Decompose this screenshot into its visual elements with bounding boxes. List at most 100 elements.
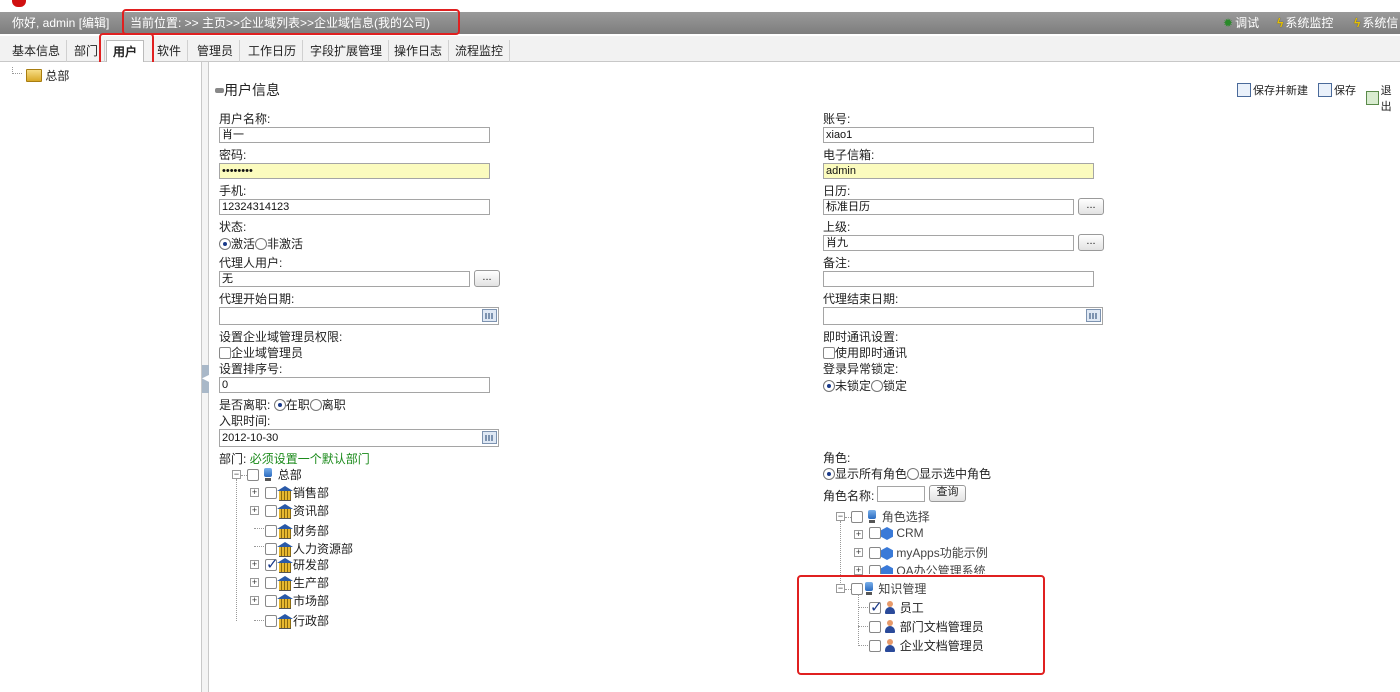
status-label: 状态:: [219, 220, 247, 234]
expand-icon[interactable]: +: [250, 506, 259, 515]
tab-basic-info[interactable]: 基本信息: [6, 40, 68, 62]
expand-icon[interactable]: +: [250, 578, 259, 587]
status-inactive-radio[interactable]: [255, 238, 268, 250]
role-query-button[interactable]: 查询: [929, 485, 966, 502]
tab-operation-log[interactable]: 操作日志: [388, 40, 450, 62]
status-active-radio[interactable]: [219, 238, 231, 250]
department-root-checkbox[interactable]: [247, 469, 259, 481]
cube-icon: [881, 565, 893, 574]
unlocked-radio[interactable]: [823, 380, 835, 392]
show-all-roles-radio[interactable]: [823, 468, 835, 480]
superior-input[interactable]: 肖九: [823, 235, 1074, 251]
phone-input[interactable]: 12324314123: [219, 199, 490, 215]
department-item-label: 资讯部: [293, 504, 330, 518]
collapse-icon[interactable]: −: [836, 512, 845, 521]
resign-left-radio[interactable]: [309, 399, 322, 411]
department-checkbox-checked[interactable]: [265, 555, 279, 573]
locked-radio[interactable]: [871, 380, 884, 392]
department-item-label: 行政部: [293, 614, 330, 628]
department-item[interactable]: 销售部: [265, 484, 329, 501]
debug-button[interactable]: ✹ 调试: [1223, 12, 1259, 34]
department-checkbox[interactable]: [265, 577, 277, 589]
edit-profile-link[interactable]: [编辑]: [79, 16, 110, 30]
expand-icon[interactable]: +: [250, 488, 259, 497]
account-input[interactable]: xiao1: [823, 127, 1094, 143]
role-name-input[interactable]: [877, 486, 925, 502]
collapse-arrow-icon[interactable]: ◀: [202, 365, 210, 393]
department-item[interactable]: 生产部: [265, 574, 329, 591]
expand-icon[interactable]: +: [854, 566, 863, 575]
org-tree-root[interactable]: 总部: [26, 67, 69, 84]
enterprise-admin-option: 企业域管理员: [219, 344, 303, 361]
show-all-roles-label: 显示所有角色: [835, 467, 908, 481]
role-group[interactable]: CRM: [869, 526, 924, 540]
calendar-label: 日历:: [823, 184, 851, 198]
show-selected-roles-radio[interactable]: [907, 468, 920, 480]
password-input[interactable]: ••••••••: [219, 163, 490, 179]
expand-icon[interactable]: +: [854, 530, 863, 539]
proxy-start-input[interactable]: [219, 307, 499, 325]
department-item[interactable]: 资讯部: [265, 502, 329, 519]
role-group[interactable]: myApps功能示例: [869, 544, 988, 561]
calendar-input[interactable]: 标准日历: [823, 199, 1074, 215]
role-root-checkbox[interactable]: [851, 511, 863, 523]
calendar-icon[interactable]: [482, 431, 497, 444]
tab-field-extension[interactable]: 字段扩展管理: [304, 40, 390, 62]
hire-date-input[interactable]: 2012-10-30: [219, 429, 499, 447]
tab-work-calendar[interactable]: 工作日历: [242, 40, 304, 62]
cube-icon: [881, 527, 893, 540]
account-label: 账号:: [823, 112, 851, 126]
status-active-label: 激活: [231, 237, 256, 251]
building-icon: [277, 524, 293, 539]
department-item-label: 研发部: [293, 558, 330, 572]
department-checkbox[interactable]: [265, 615, 277, 627]
enterprise-admin-checkbox[interactable]: [219, 347, 231, 359]
im-checkbox[interactable]: [823, 347, 835, 359]
department-checkbox[interactable]: [265, 487, 277, 499]
email-input[interactable]: admin: [823, 163, 1094, 179]
role-group[interactable]: OA办公管理系统: [869, 562, 986, 574]
role-group-checkbox[interactable]: [869, 547, 881, 559]
proxy-user-input[interactable]: 无: [219, 271, 470, 287]
remark-input[interactable]: [823, 271, 1094, 287]
expand-icon[interactable]: +: [854, 548, 863, 557]
role-group-label: OA办公管理系统: [896, 564, 986, 574]
tab-flow-monitor[interactable]: 流程监控: [449, 40, 511, 62]
system-monitor-button[interactable]: ϟ 系统监控: [1277, 12, 1333, 34]
calendar-picker-button[interactable]: ...: [1078, 198, 1104, 215]
exit-button[interactable]: 退出: [1366, 82, 1400, 114]
resign-on-duty-radio[interactable]: [273, 399, 286, 411]
breadcrumb[interactable]: 当前位置: >> 主页>>企业域列表>>企业域信息(我的公司): [130, 12, 430, 34]
save-new-button[interactable]: 保存并新建: [1237, 82, 1308, 98]
role-group-checkbox[interactable]: [869, 565, 881, 574]
admin-permission-label: 设置企业域管理员权限:: [219, 330, 343, 344]
calendar-icon[interactable]: [482, 309, 497, 322]
expand-icon[interactable]: +: [250, 596, 259, 605]
phone-label: 手机:: [219, 184, 247, 198]
calendar-icon[interactable]: [1086, 309, 1101, 322]
username-input[interactable]: 肖一: [219, 127, 490, 143]
collapse-icon[interactable]: −: [232, 470, 241, 479]
computer-icon: [866, 510, 878, 524]
superior-picker-button[interactable]: ...: [1078, 234, 1104, 251]
department-item-label: 财务部: [293, 524, 330, 538]
tab-admins[interactable]: 管理员: [191, 40, 241, 62]
department-item[interactable]: 行政部: [265, 612, 329, 629]
department-item[interactable]: 研发部: [265, 555, 330, 573]
department-checkbox[interactable]: [265, 525, 277, 537]
department-checkbox[interactable]: [265, 595, 277, 607]
department-item[interactable]: 财务部: [265, 522, 329, 539]
proxy-end-input[interactable]: [823, 307, 1103, 325]
department-checkbox[interactable]: [265, 543, 277, 555]
department-item[interactable]: 市场部: [265, 592, 329, 609]
sort-number-input[interactable]: 0: [219, 377, 490, 393]
system-info-button[interactable]: ϟ 系统信: [1354, 12, 1398, 34]
password-label: 密码:: [219, 148, 247, 162]
role-group-checkbox[interactable]: [869, 527, 881, 539]
department-checkbox[interactable]: [265, 505, 277, 517]
expand-icon[interactable]: +: [250, 560, 259, 569]
tab-software[interactable]: 软件: [151, 40, 189, 62]
proxy-user-picker-button[interactable]: ...: [474, 270, 500, 287]
save-button[interactable]: 保存: [1318, 82, 1356, 98]
department-root: 总部: [247, 466, 302, 483]
